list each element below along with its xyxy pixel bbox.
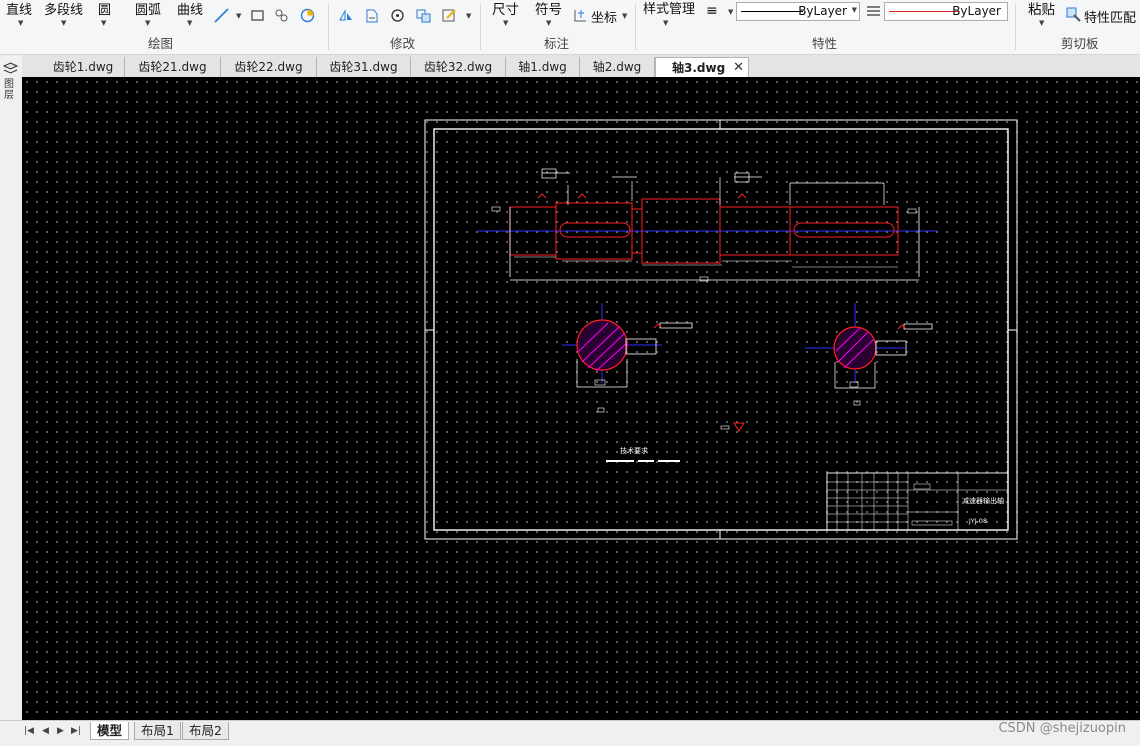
outer-border <box>424 119 1018 540</box>
prev-tab-icon[interactable]: ◀ <box>42 726 49 736</box>
close-tab-icon[interactable]: ✕ <box>733 58 744 78</box>
region-icon[interactable] <box>274 8 289 23</box>
line-tool[interactable]: 直线 <box>6 0 32 18</box>
curve-dropdown-icon[interactable]: ▼ <box>187 19 192 27</box>
tech-requirements-title: 技术要求 <box>620 446 648 455</box>
linetype-preview <box>741 11 803 12</box>
last-tab-icon[interactable]: ▶| <box>71 726 81 736</box>
group-separator <box>328 4 329 50</box>
doc-tab-active-label: 轴3.dwg <box>672 61 726 75</box>
annotate-group-label: 标注 <box>544 36 570 51</box>
clipboard-group-label: 剪切板 <box>1061 36 1099 51</box>
modify-group-label: 修改 <box>390 36 416 51</box>
group-separator <box>1015 4 1016 50</box>
ribbon: 直线 多段线 圆 圆弧 曲线 ▼ ▼ ▼ ▼ ▼ ▼ 绘图 ▼ 修改 尺寸 ▼ … <box>0 0 1140 55</box>
ray-dropdown-icon[interactable]: ▼ <box>236 12 241 20</box>
rectangle-icon[interactable] <box>250 8 265 23</box>
linetype-select[interactable]: ByLayer ▼ <box>736 2 860 21</box>
draw-group-label: 绘图 <box>148 36 174 51</box>
rotate-icon[interactable] <box>390 8 405 23</box>
doc-tab[interactable]: 齿轮21.dwg <box>125 57 221 77</box>
title-block: 减速器输出轴 JYJ-08 <box>826 472 1009 531</box>
style-manager-dropdown-icon[interactable]: ▼ <box>663 19 668 27</box>
circle-dropdown-icon[interactable]: ▼ <box>101 19 106 27</box>
mirror-icon[interactable] <box>338 8 353 23</box>
layer-icon[interactable] <box>3 61 18 76</box>
layout2-tab[interactable]: 布局2 <box>182 722 229 740</box>
dimension-tool[interactable]: 尺寸 <box>492 0 519 18</box>
section-view-left <box>562 303 693 413</box>
linetype-list-dropdown-icon[interactable]: ▼ <box>728 8 733 16</box>
doc-tab[interactable]: 齿轮31.dwg <box>317 57 411 77</box>
lineweight-select[interactable]: ByLayer <box>884 2 1008 21</box>
next-tab-icon[interactable]: ▶ <box>57 726 64 736</box>
match-properties-icon[interactable] <box>1066 7 1081 22</box>
group-separator <box>635 4 636 50</box>
ray-icon[interactable] <box>214 8 229 23</box>
paste-tool[interactable]: 粘贴 <box>1028 0 1055 18</box>
drawing-title: 减速器输出轴 <box>962 496 1004 505</box>
properties-group-label: 特性 <box>812 36 838 51</box>
style-manager-tool[interactable]: 样式管理 <box>643 0 695 17</box>
offset-icon[interactable] <box>364 8 379 23</box>
lineweight-preview <box>889 11 959 12</box>
first-tab-icon[interactable]: |◀ <box>24 726 34 736</box>
edit-icon[interactable] <box>442 8 457 23</box>
arc-tool[interactable]: 圆弧 <box>135 0 161 18</box>
section-view-right <box>805 303 933 406</box>
coordinate-tool[interactable]: 坐标 <box>591 7 617 26</box>
polyline-tool[interactable]: 多段线 <box>44 0 83 18</box>
drawing-canvas[interactable]: 技术要求 减速器输出轴 JYJ-08 <box>22 77 1140 720</box>
linetype-list-icon[interactable]: ≡ <box>706 3 718 19</box>
hatch-icon[interactable] <box>300 8 315 23</box>
group-separator <box>480 4 481 50</box>
polyline-dropdown-icon[interactable]: ▼ <box>61 19 66 27</box>
drawing-code: JYJ-08 <box>968 517 987 525</box>
shaft-main-view <box>478 168 937 282</box>
copy-objects-icon[interactable] <box>416 8 431 23</box>
arc-dropdown-icon[interactable]: ▼ <box>145 19 150 27</box>
curve-tool[interactable]: 曲线 <box>177 0 203 18</box>
watermark: CSDN @shejizuopin <box>998 721 1126 736</box>
linetype-value: ByLayer <box>798 4 847 18</box>
layout1-tab[interactable]: 布局1 <box>134 722 181 740</box>
document-tab-bar: 齿轮1.dwg 齿轮21.dwg 齿轮22.dwg 齿轮31.dwg 齿轮32.… <box>22 55 1140 77</box>
inner-border <box>433 128 1009 531</box>
left-strip: 图层 <box>0 55 23 745</box>
layer-label[interactable]: 图层 <box>4 79 18 101</box>
layout-bar: |◀ ◀ ▶ ▶| 模型 布局1 布局2 CSDN @shejizuopin <box>0 720 1140 746</box>
doc-tab[interactable]: 齿轮1.dwg <box>42 57 125 77</box>
symbol-dropdown-icon[interactable]: ▼ <box>546 19 551 27</box>
doc-tab[interactable]: 轴2.dwg <box>580 57 655 77</box>
doc-tab[interactable]: 齿轮22.dwg <box>221 57 317 77</box>
match-properties-tool[interactable]: 特性匹配 <box>1084 7 1136 26</box>
model-tab[interactable]: 模型 <box>90 722 130 740</box>
linetype-dropdown-icon[interactable]: ▼ <box>852 6 857 14</box>
circle-tool[interactable]: 圆 <box>98 0 111 18</box>
coordinate-icon[interactable] <box>572 8 587 23</box>
doc-tab[interactable]: 轴1.dwg <box>506 57 580 77</box>
doc-tab[interactable]: 齿轮32.dwg <box>411 57 506 77</box>
line-dropdown-icon[interactable]: ▼ <box>18 19 23 27</box>
paste-dropdown-icon[interactable]: ▼ <box>1039 19 1044 27</box>
drawing-sheet: 技术要求 减速器输出轴 JYJ-08 <box>424 119 1018 540</box>
note-mark <box>720 425 730 430</box>
symbol-tool[interactable]: 符号 <box>535 0 562 18</box>
lineweight-value: ByLayer <box>952 4 1001 18</box>
center-marks <box>425 120 1017 539</box>
lineweight-icon[interactable] <box>866 4 881 19</box>
dimension-dropdown-icon[interactable]: ▼ <box>503 19 508 27</box>
modify-dropdown-icon[interactable]: ▼ <box>466 12 471 20</box>
roughness-mark <box>733 422 745 432</box>
doc-tab-active[interactable]: 轴3.dwg ✕ <box>655 57 749 77</box>
coordinate-dropdown-icon[interactable]: ▼ <box>622 12 627 20</box>
